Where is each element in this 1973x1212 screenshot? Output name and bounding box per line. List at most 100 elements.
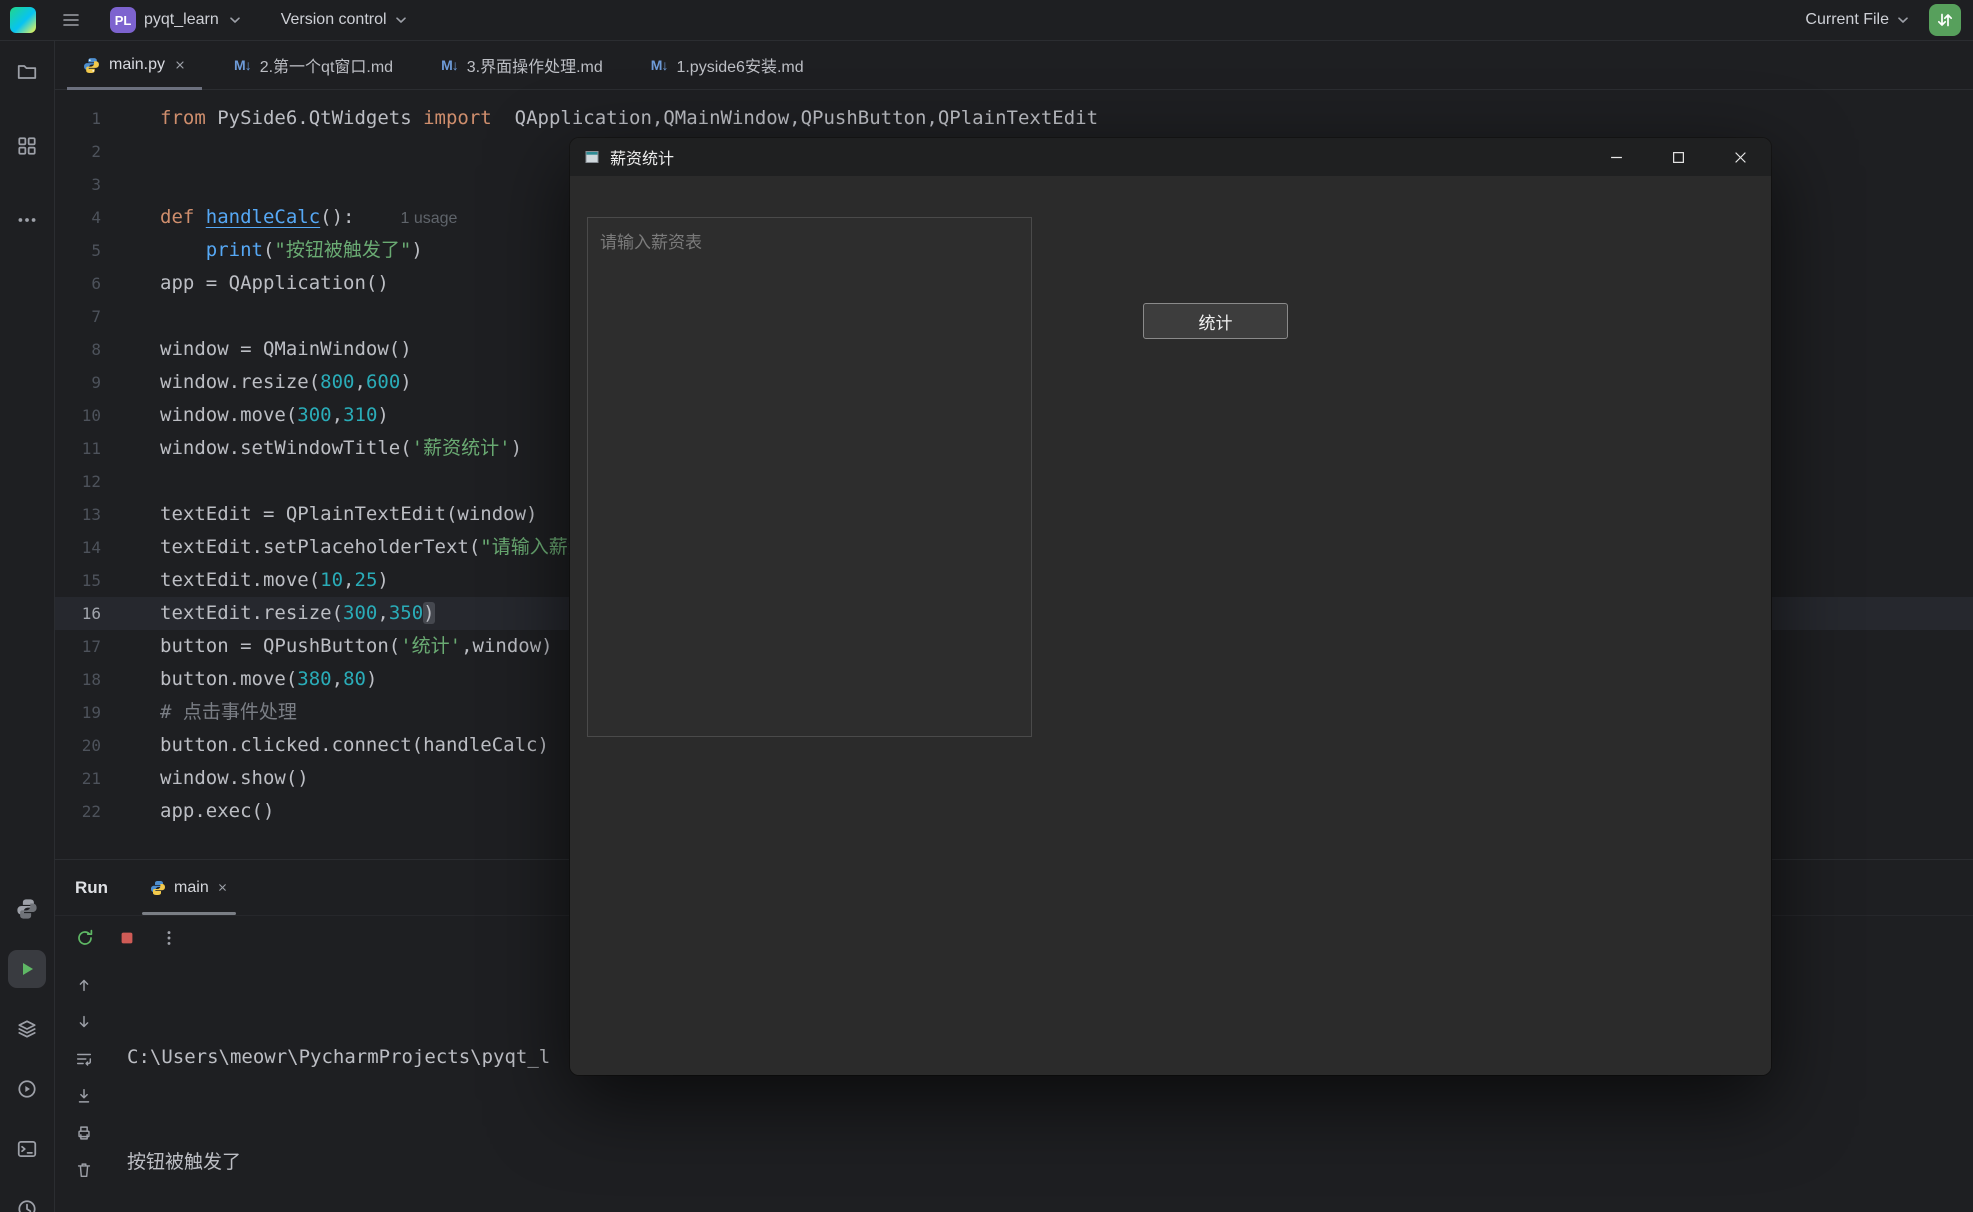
scroll-to-end-button[interactable] (74, 1086, 94, 1106)
line-number[interactable]: 15 (55, 564, 101, 597)
code-token: 310 (343, 404, 377, 426)
vcs-label: Version control (281, 11, 387, 29)
project-widget[interactable]: PL pyqt_learn (110, 7, 243, 33)
terminal-tool-button[interactable] (8, 1130, 46, 1168)
line-number[interactable]: 10 (55, 399, 101, 432)
tab-label: 3.界面操作处理.md (467, 53, 603, 77)
line-number[interactable]: 18 (55, 663, 101, 696)
maximize-button[interactable] (1647, 138, 1709, 176)
line-number[interactable]: 12 (55, 465, 101, 498)
tab-label: 1.pyside6安装.md (676, 53, 803, 77)
printer-icon (75, 1124, 93, 1142)
tab-md-3[interactable]: M↓ 3.界面操作处理.md (425, 41, 619, 89)
main-toolbar: PL pyqt_learn Version control Current Fi… (0, 0, 1973, 41)
line-number[interactable]: 13 (55, 498, 101, 531)
code-token: window = QMainWindow() (160, 338, 412, 360)
line-number[interactable]: 22 (55, 795, 101, 828)
down-stack-trace-button[interactable] (74, 1012, 94, 1032)
line-number[interactable]: 21 (55, 762, 101, 795)
packages-tool-button[interactable] (8, 1010, 46, 1048)
services-icon (16, 1078, 38, 1100)
code-token: app = QApplication() (160, 272, 389, 294)
code-line[interactable]: from PySide6.QtWidgets import QApplicati… (160, 102, 1098, 135)
line-number[interactable]: 9 (55, 366, 101, 399)
line-number[interactable]: 4 (55, 201, 101, 234)
print-button[interactable] (74, 1123, 94, 1143)
line-number[interactable]: 2 (55, 135, 101, 168)
minimize-button[interactable] (1585, 138, 1647, 176)
pycharm-logo-icon (10, 7, 36, 33)
run-tool-button[interactable] (8, 950, 46, 988)
code-token: 600 (366, 371, 400, 393)
code-token: button.move( (160, 668, 297, 690)
code-token: 80 (343, 668, 366, 690)
python-console-button[interactable] (8, 890, 46, 928)
line-number[interactable]: 17 (55, 630, 101, 663)
line-number[interactable]: 16 (55, 597, 101, 630)
services-tool-button[interactable] (8, 1070, 46, 1108)
tab-md-1[interactable]: M↓ 1.pyside6安装.md (635, 41, 820, 89)
code-token: , (332, 668, 343, 690)
inlay-usage-hint: 1 usage (400, 210, 457, 227)
code-token: textEdit.resize( (160, 602, 343, 624)
stop-button[interactable] (117, 928, 137, 948)
recent-tool-button[interactable] (8, 1190, 46, 1212)
soft-wrap-icon (75, 1050, 93, 1068)
console-more-button[interactable] (159, 928, 179, 948)
code-token: handleCalc (206, 206, 320, 228)
stats-button-label: 统计 (1199, 309, 1233, 334)
qt-window-titlebar[interactable]: 薪资统计 (570, 138, 1771, 176)
run-configuration-selector[interactable]: Current File (1805, 11, 1911, 29)
rerun-button[interactable] (75, 928, 95, 948)
line-number[interactable]: 20 (55, 729, 101, 762)
soft-wrap-button[interactable] (74, 1049, 94, 1069)
line-number[interactable]: 3 (55, 168, 101, 201)
structure-tool-button[interactable] (8, 127, 46, 165)
code-token: , (354, 371, 365, 393)
code-token: def (160, 206, 206, 228)
more-icon (16, 209, 38, 231)
terminal-icon (16, 1138, 38, 1160)
code-token: '统计' (400, 635, 461, 657)
qt-window-body: 请输入薪资表 统计 (570, 176, 1771, 1075)
salary-textedit[interactable]: 请输入薪资表 (587, 217, 1032, 737)
editor-tab-bar: main.py M↓ 2.第一个qt窗口.md M↓ 3.界面操作处理.md M… (55, 41, 1973, 90)
close-icon (1734, 151, 1747, 164)
line-number[interactable]: 8 (55, 333, 101, 366)
trash-icon (75, 1161, 93, 1179)
close-icon[interactable] (174, 59, 186, 71)
line-number[interactable]: 6 (55, 267, 101, 300)
up-stack-trace-button[interactable] (74, 975, 94, 995)
code-token: (): (320, 206, 354, 228)
code-token: # 点击事件处理 (160, 701, 297, 723)
textedit-placeholder: 请输入薪资表 (600, 233, 702, 252)
tab-md-2[interactable]: M↓ 2.第一个qt窗口.md (218, 41, 409, 89)
code-token: textEdit.move( (160, 569, 320, 591)
tab-main-py[interactable]: main.py (67, 41, 202, 89)
markdown-file-icon: M↓ (234, 57, 251, 73)
close-icon[interactable] (217, 882, 228, 893)
project-tool-button[interactable] (8, 53, 46, 91)
clock-icon (16, 1198, 38, 1212)
main-menu-button[interactable] (56, 5, 86, 35)
line-number[interactable]: 11 (55, 432, 101, 465)
close-button[interactable] (1709, 138, 1771, 176)
vcs-update-button[interactable] (1929, 4, 1961, 36)
more-tool-windows-button[interactable] (8, 201, 46, 239)
stats-button[interactable]: 统计 (1143, 303, 1288, 339)
line-number[interactable]: 1 (55, 102, 101, 135)
run-play-icon (17, 959, 37, 979)
vcs-widget[interactable]: Version control (281, 11, 409, 29)
line-number[interactable]: 14 (55, 531, 101, 564)
clear-console-button[interactable] (74, 1160, 94, 1180)
console-side-toolbar (55, 961, 113, 1212)
tab-label: 2.第一个qt窗口.md (260, 53, 393, 77)
line-number[interactable]: 5 (55, 234, 101, 267)
rerun-icon (75, 928, 95, 948)
qt-app-window[interactable]: 薪资统计 (570, 138, 1771, 1075)
line-number[interactable]: 19 (55, 696, 101, 729)
code-token: PySide6.QtWidgets (206, 107, 423, 129)
pycharm-window: PL pyqt_learn Version control Current Fi… (0, 0, 1973, 1212)
line-number[interactable]: 7 (55, 300, 101, 333)
run-tab-main[interactable]: main (138, 860, 240, 915)
